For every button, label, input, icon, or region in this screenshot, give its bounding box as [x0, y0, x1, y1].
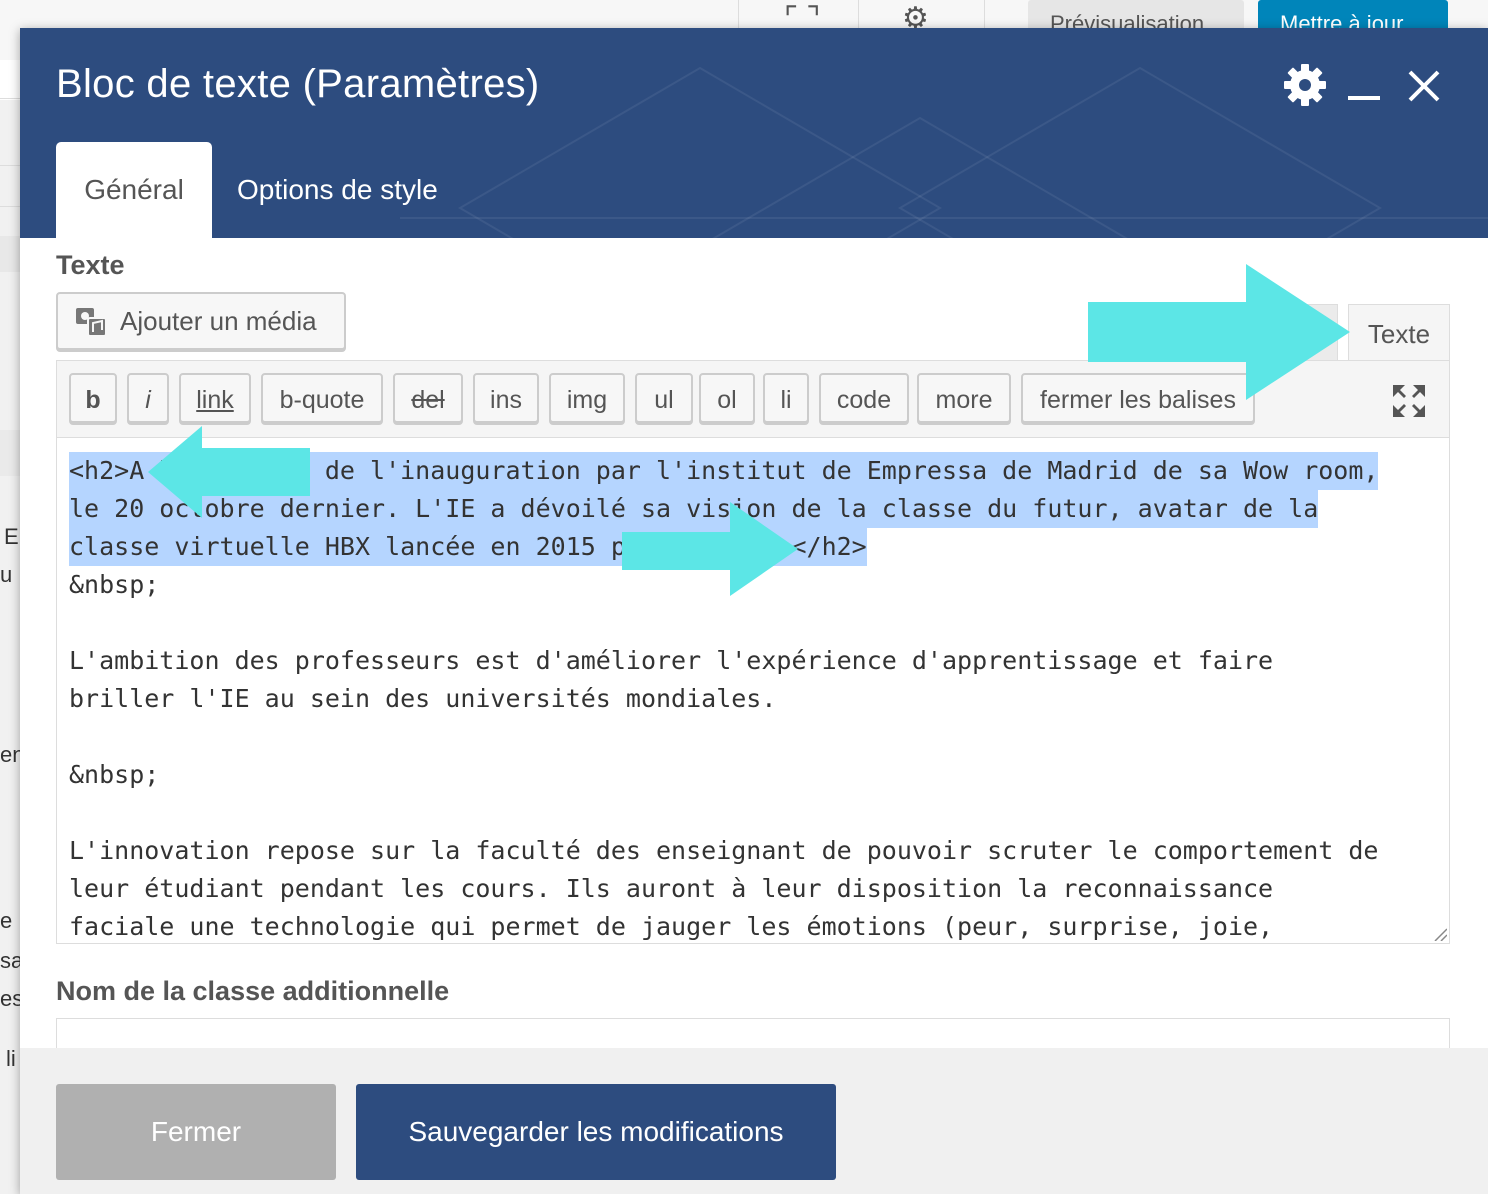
background-panel [0, 430, 20, 476]
text-line: &nbsp; [69, 570, 160, 599]
modal-title: Bloc de texte (Paramètres) [56, 62, 540, 106]
background-text: e [0, 908, 13, 933]
close-button[interactable]: Fermer [56, 1084, 336, 1180]
text-line: classe virtuelle HBX lancée en 2015 par … [69, 528, 867, 566]
close-icon[interactable] [1406, 68, 1442, 104]
qt-ol-button[interactable]: ol [699, 373, 755, 423]
text-line: L'ambition des professeurs est d'amélior… [69, 646, 1274, 675]
divider [0, 165, 20, 166]
media-icon [76, 308, 107, 337]
qt-code-button[interactable]: code [819, 373, 909, 423]
text-line: le 20 octobre dernier. L'IE a dévoilé sa… [69, 490, 1319, 528]
background-text: E [4, 524, 19, 549]
divider [0, 206, 20, 207]
text-line: &nbsp; [69, 760, 160, 789]
distraction-free-icon[interactable] [1391, 383, 1427, 419]
quicktags-toolbar: b i link b-quote del ins img ul ol li co… [57, 361, 1449, 438]
modal-footer: Fermer Sauvegarder les modifications [20, 1048, 1488, 1194]
qt-li-button[interactable]: li [763, 373, 809, 423]
text-line: <h2>A l'occasion de l'inauguration par l… [69, 452, 1379, 490]
extra-class-label: Nom de la classe additionnelle [56, 976, 450, 1006]
text-editor: b i link b-quote del ins img ul ol li co… [56, 360, 1450, 944]
save-changes-button[interactable]: Sauvegarder les modifications [356, 1084, 836, 1180]
background-panel [0, 60, 20, 100]
qt-bquote-button[interactable]: b-quote [261, 373, 383, 423]
text-block-settings-modal: Bloc de texte (Paramètres) Général Optio… [20, 28, 1488, 1194]
qt-img-button[interactable]: img [549, 373, 625, 423]
text-line: briller l'IE au sein des universités mon… [69, 684, 777, 713]
tab-style-options[interactable]: Options de style [237, 142, 438, 238]
settings-gear-icon[interactable] [1282, 62, 1328, 108]
add-media-label: Ajouter un média [120, 306, 317, 336]
text-line: leur étudiant pendant les cours. Ils aur… [69, 874, 1274, 903]
background-text: u [0, 562, 13, 587]
divider [0, 98, 20, 99]
qt-close-tags-button[interactable]: fermer les balises [1021, 373, 1255, 423]
qt-bold-button[interactable]: b [69, 373, 117, 423]
editor-tab-text[interactable]: Texte [1348, 304, 1450, 363]
resize-handle-icon[interactable] [1433, 927, 1447, 941]
text-line: L'innovation repose sur la faculté des e… [69, 836, 1379, 865]
qt-more-button[interactable]: more [917, 373, 1011, 423]
qt-link-button[interactable]: link [179, 373, 251, 423]
background-panel [0, 236, 20, 272]
add-media-button[interactable]: Ajouter un média [56, 292, 346, 350]
editor-tab-visual[interactable] [1228, 304, 1338, 363]
modal-body: Texte Ajouter un média Texte b i link b-… [20, 238, 1488, 1059]
qt-ul-button[interactable]: ul [635, 373, 693, 423]
background-text: li [6, 1046, 16, 1071]
text-line: faciale une technologie qui permet de ja… [69, 912, 1274, 941]
tab-general[interactable]: Général [56, 142, 212, 238]
qt-del-button[interactable]: del [393, 373, 463, 423]
minimize-icon[interactable] [1348, 96, 1380, 100]
qt-ins-button[interactable]: ins [473, 373, 539, 423]
modal-header: Bloc de texte (Paramètres) Général Optio… [20, 28, 1488, 238]
qt-italic-button[interactable]: i [127, 373, 169, 423]
content-textarea[interactable]: <h2>A l'occasion de l'inauguration par l… [57, 438, 1449, 943]
text-field-label: Texte [56, 250, 125, 280]
header-decoration [400, 66, 1488, 238]
